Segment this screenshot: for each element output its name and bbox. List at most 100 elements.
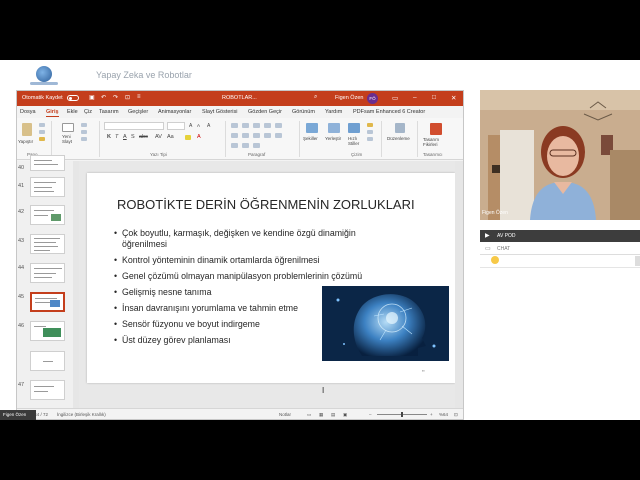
shape-outline-icon[interactable]: [367, 130, 373, 134]
zoom-out-icon[interactable]: –: [369, 412, 372, 417]
tab-ciz[interactable]: Çiz: [84, 109, 92, 115]
tab-ekle[interactable]: Ekle: [67, 109, 78, 115]
notes-button[interactable]: Notlar: [279, 412, 291, 417]
slide-thumbnail-48[interactable]: [30, 263, 65, 283]
shapes-icon[interactable]: [306, 123, 318, 133]
ribbon-display-icon[interactable]: ▭: [392, 94, 398, 102]
tab-gorunum[interactable]: Görünüm: [292, 109, 315, 115]
reading-view-icon[interactable]: ▤: [331, 412, 335, 418]
decrease-indent-icon[interactable]: [253, 123, 260, 128]
columns-icon[interactable]: [275, 133, 282, 138]
save-icon[interactable]: ▣: [89, 94, 95, 101]
slide-thumbnail[interactable]: [30, 321, 65, 341]
strikethrough-icon[interactable]: abc: [139, 134, 148, 140]
arrange-icon[interactable]: [328, 123, 340, 133]
chat-pod-header[interactable]: ▭ CHAT: [480, 243, 640, 255]
tab-gozden-gecir[interactable]: Gözden Geçir: [248, 109, 282, 115]
zoom-level[interactable]: %64: [439, 412, 448, 417]
line-spacing-icon[interactable]: [275, 123, 282, 128]
bullets-icon[interactable]: [231, 123, 238, 128]
redo-icon[interactable]: ↷: [113, 94, 118, 101]
shape-effects-icon[interactable]: [367, 137, 373, 141]
undo-icon[interactable]: ↶: [101, 94, 106, 101]
align-left-icon[interactable]: [231, 133, 238, 138]
current-slide[interactable]: ROBOTİKTE DERİN ÖĞRENMENİN ZORLUKLARI Ço…: [87, 173, 455, 383]
quick-styles-button[interactable]: Hızlı Stiller: [348, 136, 359, 146]
new-slide-icon[interactable]: [62, 123, 74, 132]
tab-dosya[interactable]: Dosya: [20, 109, 36, 115]
paste-icon[interactable]: [22, 123, 32, 136]
search-icon[interactable]: ⌕: [314, 94, 317, 101]
reset-icon[interactable]: [81, 130, 87, 134]
slide-thumbnail[interactable]: [30, 380, 65, 400]
char-spacing-icon[interactable]: AV: [155, 134, 162, 140]
tab-slayt-gosterisi[interactable]: Slayt Gösterisi: [202, 109, 237, 115]
grow-font-icon[interactable]: A: [189, 123, 192, 129]
slideshow-icon[interactable]: ▣: [343, 412, 347, 418]
chat-scrollbar[interactable]: [635, 256, 640, 266]
editing-button[interactable]: Düzenleme: [387, 136, 410, 141]
tab-giris[interactable]: Giriş: [46, 109, 59, 117]
shape-fill-icon[interactable]: [367, 123, 373, 127]
design-ideas-button[interactable]: Tasarım Fikirleri: [423, 137, 439, 147]
layout-icon[interactable]: [81, 123, 87, 127]
editing-icon[interactable]: [395, 123, 405, 133]
increase-indent-icon[interactable]: [264, 123, 271, 128]
normal-view-icon[interactable]: ▭: [307, 412, 311, 418]
slide-scrollbar[interactable]: [455, 161, 463, 408]
align-center-icon[interactable]: [242, 133, 249, 138]
av-pod-header[interactable]: ▶ AV POD: [480, 230, 640, 242]
autosave-toggle[interactable]: [67, 95, 79, 101]
align-right-icon[interactable]: [253, 133, 260, 138]
section-icon[interactable]: [81, 137, 87, 141]
account-avatar[interactable]: FÖ: [367, 93, 378, 104]
language-status[interactable]: İngilizce (Birleşik Krallık): [57, 412, 106, 417]
slide-title[interactable]: ROBOTİKTE DERİN ÖĞRENMENİN ZORLUKLARI: [117, 197, 415, 212]
shrink-font-icon[interactable]: A: [197, 123, 200, 128]
slide-thumbnail-selected[interactable]: [30, 292, 65, 312]
tab-gecisler[interactable]: Geçişler: [128, 109, 148, 115]
tab-pdfsam[interactable]: PDFsam Enhanced 6 Creator: [353, 109, 425, 115]
paste-button[interactable]: Yapıştır: [18, 139, 33, 144]
smartart-icon[interactable]: [253, 143, 260, 148]
start-from-beginning-icon[interactable]: ⊡: [125, 94, 130, 101]
maximize-icon[interactable]: □: [432, 94, 436, 101]
cut-icon[interactable]: [39, 123, 45, 127]
shapes-button[interactable]: Şekiller: [303, 136, 318, 141]
shadow-icon[interactable]: S: [131, 134, 135, 140]
tab-tasarim[interactable]: Tasarım: [99, 109, 119, 115]
quick-styles-icon[interactable]: [348, 123, 360, 133]
minimize-icon[interactable]: –: [413, 94, 417, 101]
close-icon[interactable]: ✕: [451, 94, 456, 102]
slide-thumbnail[interactable]: [30, 351, 65, 371]
zoom-slider-thumb[interactable]: [401, 412, 403, 417]
change-case-icon[interactable]: Aa: [167, 134, 174, 140]
slide-thumbnail[interactable]: [30, 155, 65, 171]
ai-head-image[interactable]: [322, 286, 449, 361]
copy-icon[interactable]: [39, 130, 45, 134]
text-direction-icon[interactable]: [231, 143, 238, 148]
tab-animasyonlar[interactable]: Animasyonlar: [158, 109, 191, 115]
align-text-icon[interactable]: [242, 143, 249, 148]
justify-icon[interactable]: [264, 133, 271, 138]
fit-slide-icon[interactable]: ⊡: [454, 412, 458, 418]
design-ideas-icon[interactable]: [430, 123, 442, 135]
slide-sorter-icon[interactable]: ▦: [319, 412, 323, 418]
slide-thumbnail[interactable]: [30, 177, 65, 197]
italic-icon[interactable]: T: [115, 134, 118, 140]
slide-thumbnail[interactable]: [30, 205, 65, 225]
customize-toolbar-icon[interactable]: ≡: [137, 94, 141, 100]
highlight-icon[interactable]: [185, 135, 191, 140]
tab-yardim[interactable]: Yardım: [325, 109, 342, 115]
font-color-icon[interactable]: A: [197, 134, 201, 140]
clear-format-icon[interactable]: A: [207, 123, 210, 129]
bold-icon[interactable]: K: [107, 134, 111, 140]
arrange-button[interactable]: Yerleştir: [325, 136, 341, 141]
font-name-select[interactable]: [104, 122, 164, 130]
numbering-icon[interactable]: [242, 123, 249, 128]
format-painter-icon[interactable]: [39, 137, 45, 141]
new-slide-button[interactable]: Yeni Slayt: [62, 134, 72, 144]
font-size-select[interactable]: [167, 122, 185, 130]
underline-icon[interactable]: A: [123, 134, 127, 140]
slide-thumbnail[interactable]: [30, 234, 65, 254]
